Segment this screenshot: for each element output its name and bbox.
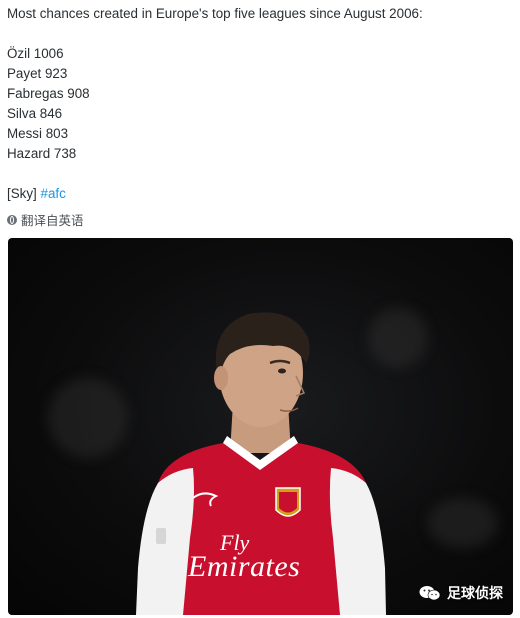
watermark: 足球侦探 (419, 583, 503, 603)
watermark-text: 足球侦探 (447, 585, 503, 601)
translate-label: 翻译自英语 (21, 214, 84, 228)
stat-row: Silva 846 (7, 106, 63, 121)
stat-row: Messi 803 (7, 126, 69, 141)
translate-tweet-link[interactable]: 翻译自英语 (7, 210, 84, 229)
tweet-headline: Most chances created in Europe's top fiv… (7, 6, 423, 21)
source-line: [Sky] #afc (7, 184, 512, 204)
source-label: [Sky] (7, 186, 37, 201)
shirt-sponsor-line2: Emirates (188, 550, 301, 583)
stat-row: Hazard 738 (7, 146, 77, 161)
globe-icon (7, 214, 17, 225)
tweet-photo[interactable]: Fly Emirates 足球侦探 (8, 238, 513, 615)
wechat-icon (419, 586, 441, 601)
stat-row: Fabregas 908 (7, 86, 90, 101)
tweet-text: Most chances created in Europe's top fiv… (7, 4, 512, 204)
hashtag-link[interactable]: #afc (41, 186, 66, 201)
stat-row: Özil 1006 (7, 46, 64, 61)
stat-row: Payet 923 (7, 66, 68, 81)
